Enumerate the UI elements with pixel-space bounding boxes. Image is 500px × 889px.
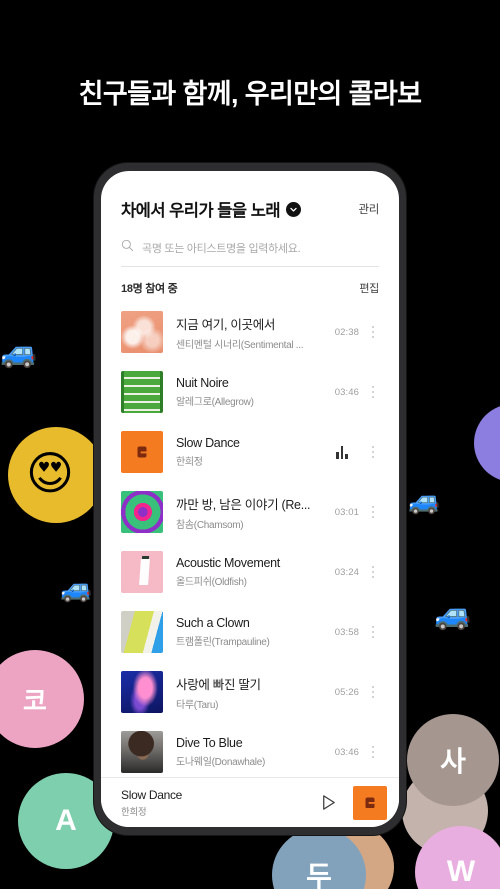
track-more-icon[interactable] (363, 565, 383, 579)
track-more-icon[interactable] (363, 745, 383, 759)
track-duration: 02:38 (334, 326, 359, 338)
album-artwork (121, 371, 163, 413)
album-artwork (121, 551, 163, 593)
playlist-title-group[interactable]: 차에서 우리가 들을 노래 (121, 197, 302, 221)
manage-button[interactable]: 관리 (358, 201, 379, 217)
track-more-icon[interactable] (363, 685, 383, 699)
track-artist: 도나웨일(Donawhale) (176, 757, 265, 768)
track-row[interactable]: 지금 여기, 이곳에서센티멘털 시너리(Sentimental ... 02:38 (101, 302, 399, 362)
track-title: Acoustic Movement (176, 556, 280, 570)
mini-player-artwork[interactable] (353, 785, 387, 820)
track-text: Dive To Blue 도나웨일(Donawhale) (176, 736, 325, 768)
track-row[interactable]: 사랑에 빠진 딸기타루(Taru) 05:26 (101, 662, 399, 722)
track-artist: 트램폴린(Trampauline) (176, 637, 270, 648)
bubble-taupe-sa: 사 (407, 714, 499, 806)
album-artwork (121, 611, 163, 653)
track-duration: 03:46 (334, 386, 359, 398)
playlist-meta: 18명 참여 중 편집 (121, 280, 379, 296)
play-button[interactable] (311, 793, 345, 812)
track-title: Dive To Blue (176, 736, 243, 750)
track-artist: 센티멘털 시너리(Sentimental ... (176, 339, 304, 351)
track-row[interactable]: Such a Clown 트램폴린(Trampauline) 03:58 (101, 602, 399, 662)
track-artist: 알레그로(Allegrow) (176, 397, 254, 408)
album-artwork (121, 431, 163, 473)
page-title: 차에서 우리가 들을 노래 (121, 202, 281, 220)
track-text: Such a Clown 트램폴린(Trampauline) (176, 616, 325, 648)
track-duration: 03:01 (334, 506, 359, 518)
page-headline: 친구들과 함께, 우리만의 콜라보 (78, 79, 422, 109)
track-row[interactable]: Acoustic Movement 올드피쉬(Oldfish) 03:24 (101, 542, 399, 602)
track-row[interactable]: Nuit Noire 알레그로(Allegrow) 03:46 (101, 362, 399, 422)
track-duration: 03:24 (334, 566, 359, 578)
app-screen: 차에서 우리가 들을 노래 관리 곡명 또는 아티스트명을 입력하세요. 18명… (101, 171, 399, 827)
album-artwork (121, 491, 163, 533)
car-emoji-top-left: 🚙 (0, 336, 38, 369)
track-duration: 05:26 (334, 686, 359, 698)
album-artwork (121, 671, 163, 713)
track-title: 지금 여기, 이곳에서 (176, 317, 276, 332)
track-text: Slow Dance 한희정 (176, 436, 325, 468)
car-emoji-right: 🚙 (408, 485, 441, 515)
track-text: 지금 여기, 이곳에서센티멘털 시너리(Sentimental ... (176, 314, 325, 351)
track-list[interactable]: 지금 여기, 이곳에서센티멘털 시너리(Sentimental ... 02:38… (101, 302, 399, 777)
car-emoji-left: 🚙 (60, 573, 93, 603)
now-playing-equalizer-icon (325, 445, 359, 459)
track-more-icon[interactable] (363, 625, 383, 639)
track-more-icon[interactable] (363, 505, 383, 519)
album-artwork (121, 731, 163, 773)
mini-player-text: Slow Dance 한희정 (121, 788, 311, 818)
track-text: 사랑에 빠진 딸기타루(Taru) (176, 674, 325, 711)
phone-mockup: 차에서 우리가 들을 노래 관리 곡명 또는 아티스트명을 입력하세요. 18명… (94, 163, 406, 835)
track-title: 까만 방, 남은 이야기 (Re... (176, 497, 311, 512)
track-artist: 올드피쉬(Oldfish) (176, 577, 247, 588)
search-icon (121, 239, 134, 257)
track-title: Such a Clown (176, 616, 250, 630)
track-title: Nuit Noire (176, 376, 229, 390)
chevron-down-icon[interactable] (286, 201, 302, 217)
track-title: Slow Dance (176, 436, 240, 450)
track-text: 까만 방, 남은 이야기 (Re... 참솜(Chamsom) (176, 494, 325, 531)
track-duration: 03:46 (334, 746, 359, 758)
track-duration: 03:58 (334, 626, 359, 638)
mini-player-title: Slow Dance (121, 787, 183, 802)
track-more-icon[interactable] (363, 385, 383, 399)
track-artist: 한희정 (176, 457, 203, 468)
bubble-purple (474, 404, 500, 482)
track-text: Acoustic Movement 올드피쉬(Oldfish) (176, 556, 325, 588)
track-more-icon[interactable] (363, 445, 383, 459)
edit-button[interactable]: 편집 (359, 280, 379, 296)
mini-player[interactable]: Slow Dance 한희정 (101, 777, 399, 827)
participants-count: 18명 참여 중 (121, 283, 178, 295)
search-input-placeholder[interactable]: 곡명 또는 아티스트명을 입력하세요. (142, 240, 301, 256)
mini-player-artist: 한희정 (121, 806, 147, 818)
car-emoji-bottom-right: 🚙 (434, 598, 472, 631)
track-title: 사랑에 빠진 딸기 (176, 677, 261, 692)
heart-eyes-emoji: 😍 (26, 447, 74, 499)
track-row[interactable]: 까만 방, 남은 이야기 (Re... 참솜(Chamsom) 03:01 (101, 482, 399, 542)
track-row[interactable]: Dive To Blue 도나웨일(Donawhale) 03:46 (101, 722, 399, 777)
track-artist: 참솜(Chamsom) (176, 519, 244, 531)
search-bar[interactable]: 곡명 또는 아티스트명을 입력하세요. (121, 239, 379, 267)
track-text: Nuit Noire 알레그로(Allegrow) (176, 376, 325, 408)
track-more-icon[interactable] (363, 325, 383, 339)
album-artwork (121, 311, 163, 353)
bubble-pink-ko: 코 (0, 650, 84, 748)
track-artist: 타루(Taru) (176, 699, 219, 711)
track-row[interactable]: Slow Dance 한희정 (101, 422, 399, 482)
app-header: 차에서 우리가 들을 노래 관리 (101, 171, 399, 221)
